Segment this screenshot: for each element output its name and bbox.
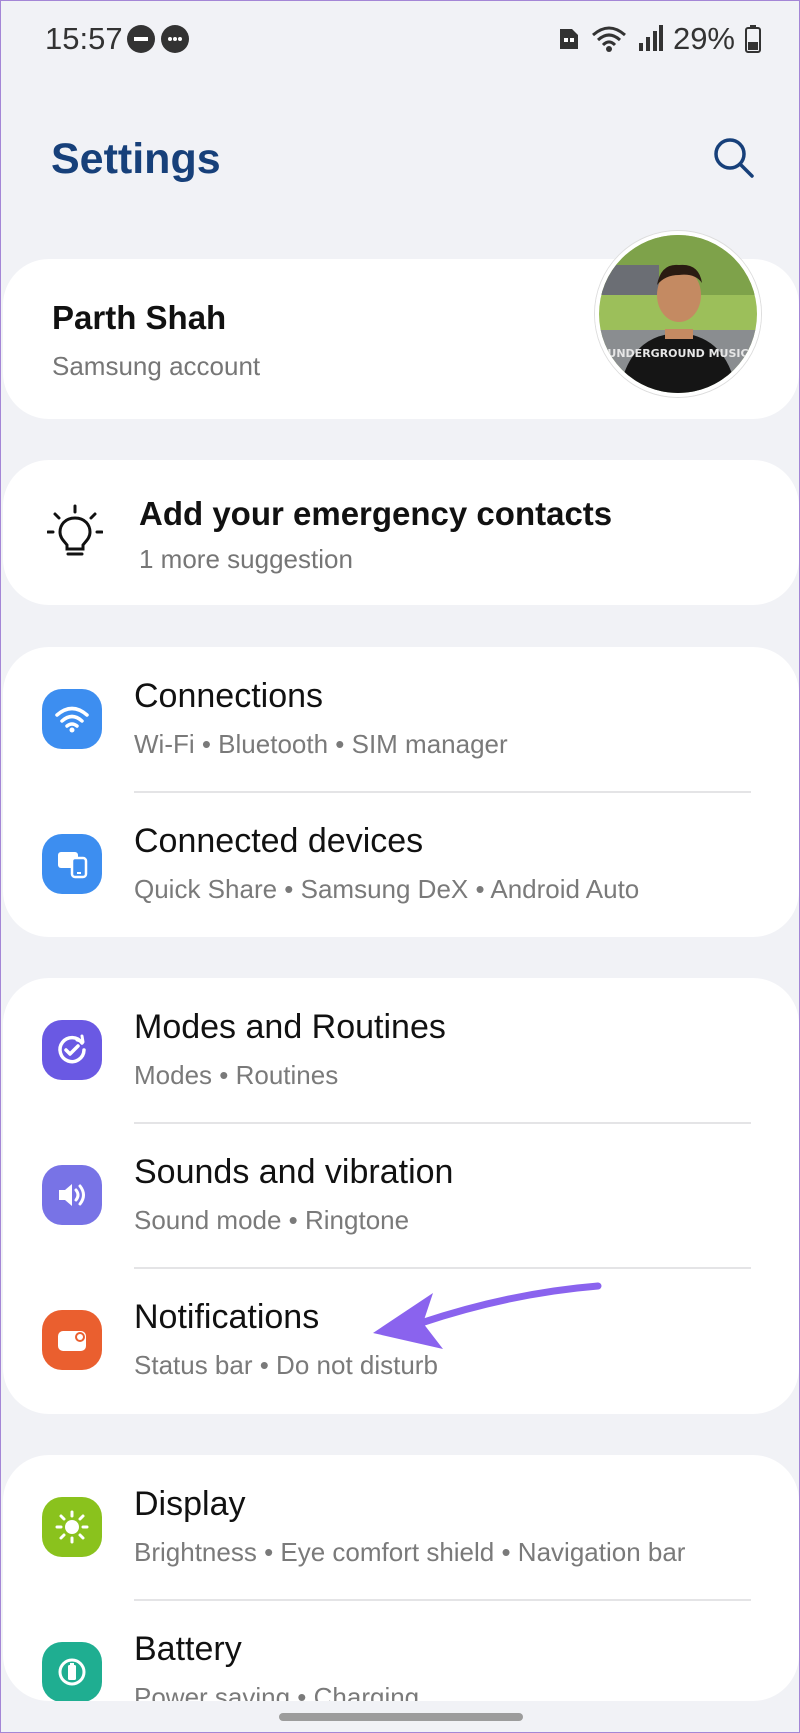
status-icons: 29% [557,21,761,57]
shirt-print: UNDERGROUND MUSIC [607,347,748,360]
signal-icon [638,25,663,51]
settings-item-battery[interactable]: Battery Power saving • Charging [3,1600,799,1701]
suggestion-title: Add your emergency contacts [139,495,613,532]
settings-item-sounds-and-vibration[interactable]: Sounds and vibration Sound mode • Ringto… [3,1123,799,1268]
suggestion-subtitle: 1 more suggestion [139,544,353,574]
home-indicator[interactable] [279,1713,523,1721]
item-title: Sounds and vibration [134,1153,454,1191]
devices-icon [42,834,102,894]
settings-item-connections[interactable]: Connections Wi-Fi • Bluetooth • SIM mana… [3,647,799,792]
status-time: 15:57 [45,21,123,56]
settings-group-display: Display Brightness • Eye comfort shield … [3,1455,799,1701]
item-title: Notifications [134,1298,320,1336]
item-subtitle: Sound mode • Ringtone [134,1205,410,1235]
profile-photo: UNDERGROUND MUSIC [599,235,757,393]
item-title: Display [134,1485,246,1523]
battery-status-icon [745,25,761,53]
message-icon [161,25,189,53]
item-subtitle: Quick Share • Samsung DeX • Android Auto [134,874,640,904]
item-title: Connected devices [134,822,424,860]
battery-icon [42,1642,102,1701]
wifi-icon [42,689,102,749]
settings-item-connected-devices[interactable]: Connected devices Quick Share • Samsung … [3,792,799,937]
item-title: Battery [134,1630,242,1668]
modes-icon [42,1020,102,1080]
wifi-status-icon [591,26,626,52]
sim-icon [559,29,578,49]
item-title: Connections [134,677,324,715]
item-subtitle: Power saving • Charging [134,1682,420,1701]
item-subtitle: Wi-Fi • Bluetooth • SIM manager [134,729,508,759]
suggestion-card[interactable]: Add your emergency contacts 1 more sugge… [3,460,799,605]
search-button[interactable] [711,135,757,181]
settings-group-connectivity: Connections Wi-Fi • Bluetooth • SIM mana… [3,647,799,937]
battery-percentage: 29% [672,21,735,56]
display-icon [42,1497,102,1557]
item-subtitle: Brightness • Eye comfort shield • Naviga… [134,1537,686,1567]
sound-icon [42,1165,102,1225]
account-subtitle: Samsung account [52,351,261,381]
account-name: Parth Shah [52,299,227,336]
annotation-arrow [373,1282,602,1349]
settings-item-display[interactable]: Display Brightness • Eye comfort shield … [3,1455,799,1600]
avatar[interactable]: UNDERGROUND MUSIC [595,231,761,397]
lightbulb-icon [47,504,103,556]
page-title: Settings [51,135,221,183]
do-not-disturb-icon [127,25,155,53]
settings-item-modes-and-routines[interactable]: Modes and Routines Modes • Routines [3,978,799,1123]
search-icon [714,138,754,178]
notifications-icon [42,1310,102,1370]
item-title: Modes and Routines [134,1008,446,1046]
item-subtitle: Modes • Routines [134,1060,339,1090]
status-bar: 15:57 29% [1,1,800,77]
